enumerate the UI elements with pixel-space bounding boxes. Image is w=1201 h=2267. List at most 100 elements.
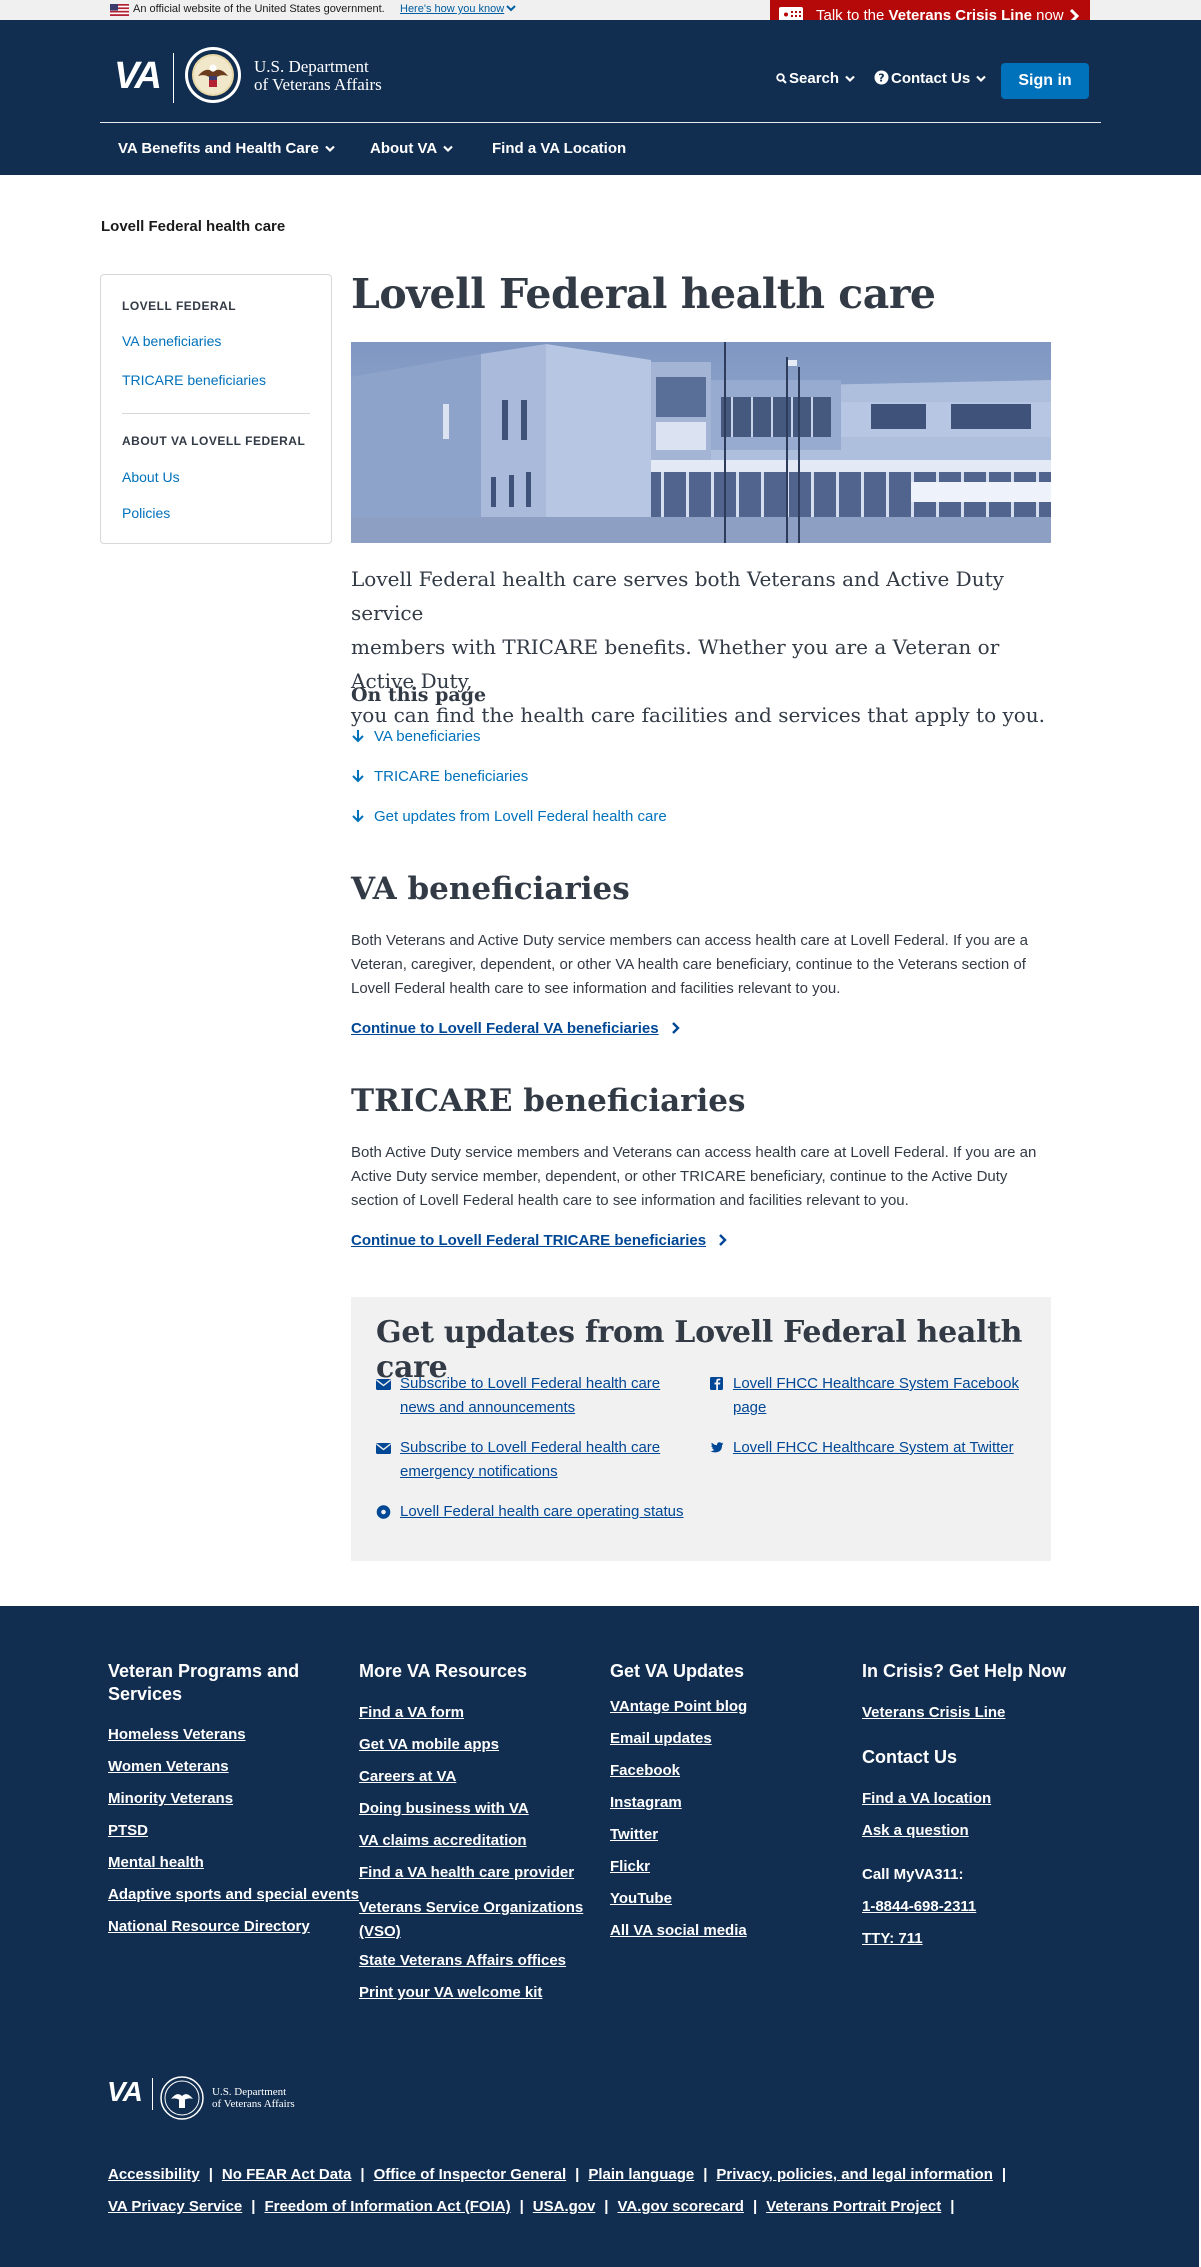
nav-about-va[interactable]: About VA	[370, 140, 453, 157]
subscribe-emergency-link[interactable]: Subscribe to Lovell Federal health care e…	[400, 1436, 660, 1484]
footer-link[interactable]: PTSD	[108, 1822, 148, 1839]
side-navigation: LOVELL FEDERAL VA beneficiaries TRICARE …	[100, 274, 332, 544]
chevron-down-icon	[325, 145, 335, 153]
heres-how-you-know-link[interactable]: Here's how you know	[400, 3, 504, 15]
footer-link[interactable]: Minority Veterans	[108, 1790, 233, 1807]
footer-link[interactable]: Print your VA welcome kit	[359, 1984, 542, 2001]
sidenav-link-tricare-beneficiaries[interactable]: TRICARE beneficiaries	[122, 372, 266, 388]
get-updates-box: Get updates from Lovell Federal health c…	[351, 1297, 1051, 1561]
envelope-icon	[376, 1379, 391, 1390]
footer-link[interactable]: VAntage Point blog	[610, 1698, 747, 1715]
footer-link[interactable]: National Resource Directory	[108, 1918, 310, 1935]
footer-crisis-line-link[interactable]: Veterans Crisis Line	[862, 1704, 1005, 1721]
legal-link-scorecard[interactable]: VA.gov scorecard	[618, 2198, 744, 2215]
sidenav-link-about-us[interactable]: About Us	[122, 469, 180, 485]
footer-link[interactable]: Twitter	[610, 1826, 658, 1843]
legal-link-no-fear[interactable]: No FEAR Act Data	[222, 2166, 351, 2183]
va-seal-icon[interactable]	[184, 46, 242, 104]
svg-text:?: ?	[878, 72, 884, 85]
continue-va-beneficiaries-link[interactable]: Continue to Lovell Federal VA beneficiar…	[351, 1020, 681, 1037]
building-illustration	[351, 342, 1051, 543]
footer-link[interactable]: Doing business with VA	[359, 1800, 529, 1817]
twitter-item: Lovell FHCC Healthcare System at Twitter	[709, 1436, 1039, 1460]
chevron-down-icon	[845, 75, 855, 83]
phone-link[interactable]: 1-8844-698-2311	[862, 1898, 976, 1915]
legal-link-accessibility[interactable]: Accessibility	[108, 2166, 200, 2183]
on-this-page-heading: On this page	[351, 684, 487, 706]
footer-link[interactable]: Mental health	[108, 1854, 204, 1871]
chevron-down-icon[interactable]	[506, 3, 516, 13]
va-seal-icon	[160, 2076, 204, 2120]
twitter-icon	[710, 1442, 724, 1453]
operating-status-link[interactable]: Lovell Federal health care operating sta…	[400, 1500, 684, 1524]
facebook-icon	[710, 1377, 723, 1390]
site-header: VA U.S. Department of Veterans Affairs S…	[0, 20, 1201, 175]
sidenav-section-title: ABOUT VA LOVELL FEDERAL	[122, 434, 306, 448]
va-logo[interactable]: VA	[114, 55, 162, 98]
status-circle-icon	[376, 1505, 391, 1519]
tty-link[interactable]: TTY: 711	[862, 1930, 923, 1947]
footer-link[interactable]: Find a VA health care provider	[359, 1864, 574, 1881]
logo-divider	[173, 53, 174, 103]
breadcrumb[interactable]: Lovell Federal health care	[101, 218, 285, 235]
footer-link-vso[interactable]: Veterans Service Organizations (VSO)	[359, 1896, 583, 1944]
sidenav-divider	[122, 413, 310, 414]
envelope-icon	[376, 1443, 391, 1454]
footer-link[interactable]: Find a VA form	[359, 1704, 464, 1721]
legal-link-foia[interactable]: Freedom of Information Act (FOIA)	[264, 2198, 510, 2215]
nav-find-va-location[interactable]: Find a VA Location	[492, 140, 626, 157]
footer-link[interactable]: Women Veterans	[108, 1758, 229, 1775]
subscribe-emergency-item: Subscribe to Lovell Federal health care e…	[376, 1436, 676, 1484]
sidenav-link-policies[interactable]: Policies	[122, 505, 170, 521]
footer-col3-heading: Get VA Updates	[610, 1661, 745, 1681]
legal-links-row: VA Privacy Service | Freedom of Informatio…	[108, 2198, 955, 2215]
chevron-right-icon	[671, 1022, 680, 1034]
sign-in-button[interactable]: Sign in	[1001, 63, 1089, 99]
legal-link-plain-language[interactable]: Plain language	[588, 2166, 694, 2183]
footer-col1-heading: Veteran Programs and Services	[108, 1661, 300, 1704]
footer-link[interactable]: Ask a question	[862, 1822, 969, 1839]
footer-link[interactable]: Get VA mobile apps	[359, 1736, 499, 1753]
legal-link-oig[interactable]: Office of Inspector General	[374, 2166, 567, 2183]
footer-link[interactable]: All VA social media	[610, 1922, 747, 1939]
footer-link[interactable]: Homeless Veterans	[108, 1726, 246, 1743]
va-department-name: U.S. Department of Veterans Affairs	[254, 57, 382, 94]
footer-va-logo[interactable]: VA	[107, 2076, 143, 2108]
footer-link[interactable]: Email updates	[610, 1730, 712, 1747]
nav-benefits-health-care[interactable]: VA Benefits and Health Care	[118, 140, 335, 157]
sidenav-link-va-beneficiaries[interactable]: VA beneficiaries	[122, 333, 221, 349]
footer-contact-heading: Contact Us	[862, 1747, 958, 1767]
footer-link[interactable]: Flickr	[610, 1858, 650, 1875]
search-icon	[776, 73, 787, 84]
footer-link[interactable]: Adaptive sports and special events	[108, 1886, 359, 1903]
twitter-link[interactable]: Lovell FHCC Healthcare System at Twitter	[733, 1436, 1014, 1460]
page-title: Lovell Federal health care	[351, 270, 936, 318]
jump-link-va-beneficiaries[interactable]: VA beneficiaries	[351, 728, 480, 745]
sidenav-section-title: LOVELL FEDERAL	[122, 299, 237, 313]
legal-links-row: Accessibility | No FEAR Act Data | Office of…	[108, 2166, 1007, 2183]
intro-text: Lovell Federal health care serves both V…	[351, 567, 1046, 727]
footer-link[interactable]: Find a VA location	[862, 1790, 991, 1807]
facebook-link[interactable]: Lovell FHCC Healthcare System Facebook pa…	[733, 1372, 1019, 1420]
arrow-down-icon	[352, 810, 364, 823]
legal-link-va-privacy[interactable]: VA Privacy Service	[108, 2198, 242, 2215]
contact-us-menu-button[interactable]: ? Contact Us	[874, 70, 986, 87]
footer-link[interactable]: VA claims accreditation	[359, 1832, 527, 1849]
footer-link[interactable]: Facebook	[610, 1762, 680, 1779]
footer-link[interactable]: YouTube	[610, 1890, 672, 1907]
legal-link-portrait-project[interactable]: Veterans Portrait Project	[766, 2198, 941, 2215]
footer-link[interactable]: Careers at VA	[359, 1768, 456, 1785]
footer-col4-heading: In Crisis? Get Help Now	[862, 1661, 1067, 1681]
call-myva311-label: Call MyVA311:	[862, 1866, 964, 1883]
arrow-down-icon	[352, 770, 364, 783]
legal-link-usa-gov[interactable]: USA.gov	[533, 2198, 596, 2215]
jump-link-tricare-beneficiaries[interactable]: TRICARE beneficiaries	[351, 768, 528, 785]
continue-tricare-beneficiaries-link[interactable]: Continue to Lovell Federal TRICARE benef…	[351, 1232, 728, 1249]
legal-link-privacy[interactable]: Privacy, policies, and legal information	[716, 2166, 992, 2183]
footer-link[interactable]: State Veterans Affairs offices	[359, 1952, 566, 1969]
subscribe-news-link[interactable]: Subscribe to Lovell Federal health care n…	[400, 1372, 660, 1420]
search-menu-button[interactable]: Search	[776, 70, 855, 87]
footer-link[interactable]: Instagram	[610, 1794, 682, 1811]
jump-link-get-updates[interactable]: Get updates from Lovell Federal health c…	[351, 808, 667, 825]
header-divider	[100, 122, 1101, 123]
